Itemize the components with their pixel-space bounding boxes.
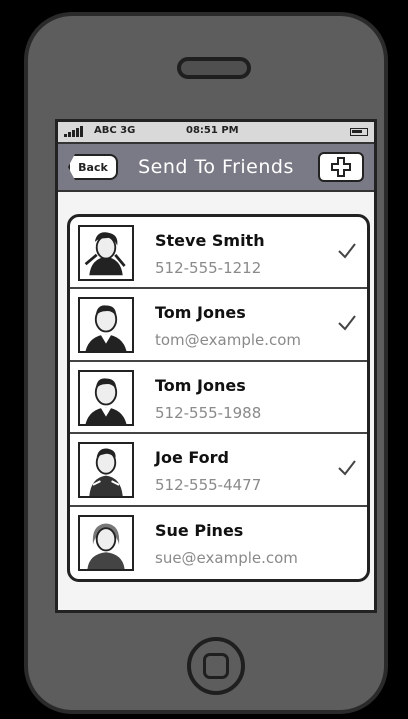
checkmark-icon	[338, 460, 356, 476]
status-bar: ABC 3G 08:51 PM	[58, 122, 374, 144]
contact-detail: tom@example.com	[155, 331, 302, 350]
contact-row[interactable]: Joe Ford 512-555-4477	[70, 434, 367, 507]
navigation-bar: Back Send To Friends	[58, 144, 374, 192]
add-friend-button[interactable]	[318, 152, 364, 182]
carrier-label: ABC 3G	[94, 125, 136, 136]
contact-row[interactable]: Sue Pines sue@example.com	[70, 507, 367, 579]
contact-detail: 512-555-1988	[155, 403, 262, 422]
contact-name: Joe Ford	[155, 448, 229, 468]
contact-detail: 512-555-1212	[155, 259, 262, 277]
checkmark-icon	[338, 315, 356, 331]
contact-row[interactable]: Tom Jones tom@example.com	[70, 289, 367, 362]
avatar	[78, 225, 134, 281]
contact-row[interactable]: Tom Jones 512-555-1988	[70, 362, 367, 435]
signal-icon	[64, 126, 83, 137]
plus-icon	[331, 157, 351, 177]
contact-name: Sue Pines	[155, 520, 244, 540]
contact-name: Tom Jones	[155, 303, 246, 323]
home-square-icon	[203, 653, 229, 679]
clock: 08:51 PM	[186, 125, 239, 136]
home-button[interactable]	[187, 637, 245, 695]
avatar	[78, 514, 134, 571]
avatar	[78, 369, 134, 426]
battery-icon	[350, 128, 368, 136]
contact-row[interactable]: Steve Smith 512-555-1212	[70, 217, 367, 290]
contact-detail: 512-555-4477	[155, 476, 262, 495]
contact-detail: sue@example.com	[155, 548, 298, 567]
contact-name: Steve Smith	[155, 231, 265, 250]
speaker-slot	[177, 57, 251, 79]
checkmark-icon	[338, 243, 356, 259]
contact-name: Tom Jones	[155, 375, 246, 395]
contact-list: Steve Smith 512-555-1212 Tom Jones tom@e…	[67, 214, 370, 582]
phone-screen: ABC 3G 08:51 PM Back Send To Friends Ste…	[55, 119, 377, 613]
avatar	[78, 297, 134, 354]
avatar	[78, 442, 134, 499]
